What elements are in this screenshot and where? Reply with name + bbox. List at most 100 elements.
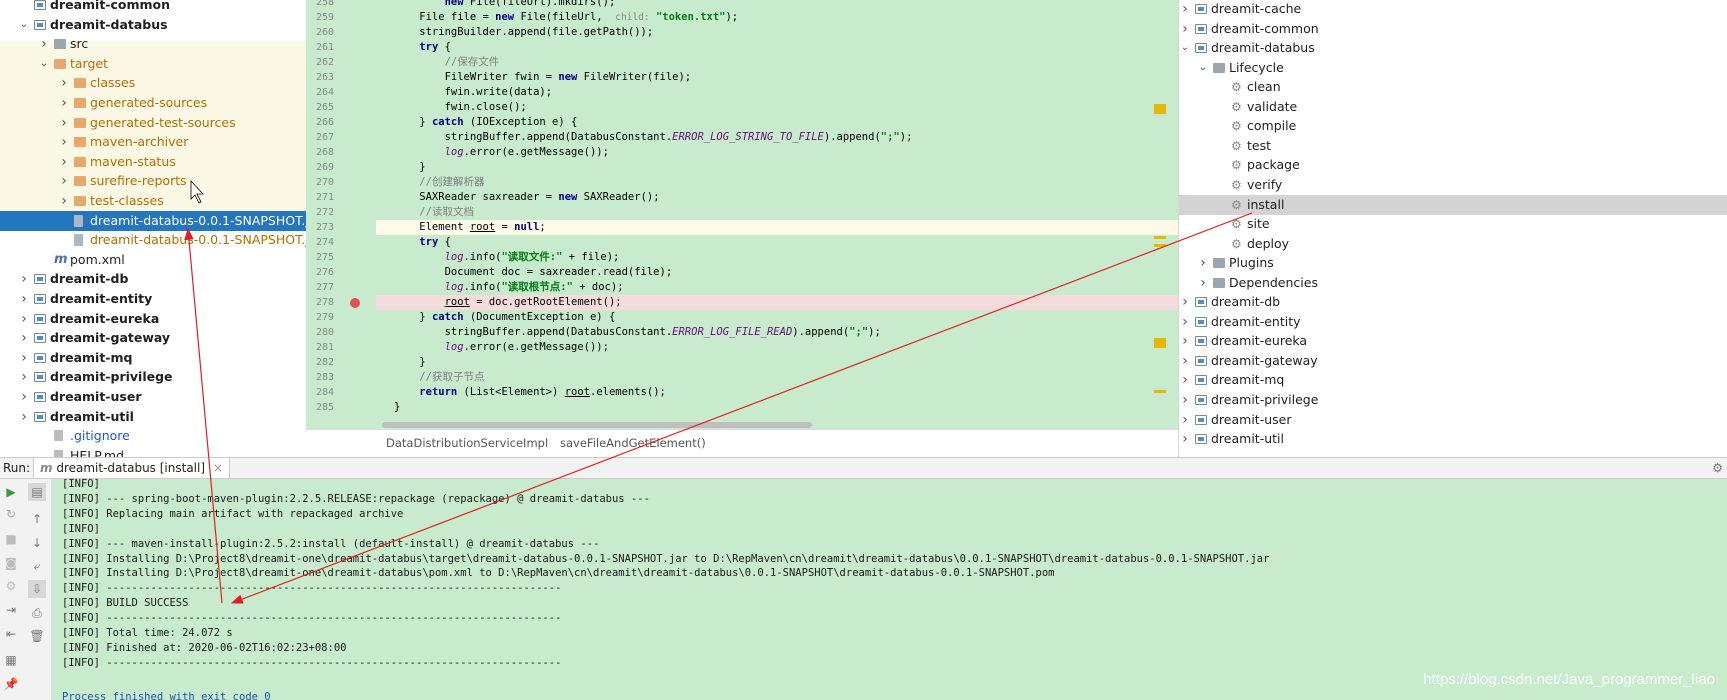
close-tab-icon[interactable]: ×: [213, 461, 223, 475]
project-tree-row[interactable]: › dreamit-mq: [0, 348, 306, 368]
project-tree-row[interactable]: › dreamit-privilege: [0, 367, 306, 387]
maven-tree-row[interactable]: › Dependencies: [1179, 273, 1727, 293]
debug-icon[interactable]: ↻: [2, 505, 20, 523]
chevron-right-icon[interactable]: ›: [18, 289, 30, 309]
chevron-right-icon[interactable]: ›: [18, 367, 30, 387]
project-tree-row[interactable]: › maven-status: [0, 152, 306, 172]
clear-all-icon[interactable]: 🗑: [28, 627, 46, 645]
project-tree-row[interactable]: › dreamit-db: [0, 269, 306, 289]
breadcrumb-method[interactable]: saveFileAndGetElement(): [560, 430, 706, 456]
project-tree-row[interactable]: › generated-test-sources: [0, 113, 306, 133]
maven-tree-row[interactable]: › Plugins: [1179, 253, 1727, 273]
project-tree-row[interactable]: › test-classes: [0, 191, 306, 211]
error-stripe-marker[interactable]: [1154, 390, 1166, 393]
project-tree-row[interactable]: › src: [0, 34, 306, 54]
chevron-right-icon[interactable]: ›: [1179, 429, 1191, 449]
maven-tree-row[interactable]: ⚙ test: [1179, 136, 1727, 156]
maven-tree-row[interactable]: ⚙ install: [1179, 194, 1727, 215]
error-stripe-marker[interactable]: [1154, 244, 1166, 247]
chevron-right-icon[interactable]: ›: [58, 191, 70, 211]
chevron-down-icon[interactable]: ⌄: [1197, 58, 1209, 78]
settings-icon[interactable]: ⚙: [2, 577, 20, 595]
chevron-right-icon[interactable]: ›: [1179, 331, 1191, 351]
chevron-right-icon[interactable]: ›: [58, 113, 70, 133]
project-tree-row[interactable]: › classes: [0, 73, 306, 93]
error-stripe-marker[interactable]: [1154, 104, 1166, 114]
chevron-right-icon[interactable]: ›: [1179, 390, 1191, 410]
chevron-right-icon[interactable]: ›: [1197, 253, 1209, 273]
chevron-down-icon[interactable]: ⌄: [1179, 38, 1191, 58]
maven-tree-row[interactable]: ⌄ dreamit-databus: [1179, 38, 1727, 58]
layout-icon[interactable]: ▦: [2, 651, 20, 669]
maven-tree-row[interactable]: › dreamit-eureka: [1179, 331, 1727, 351]
chevron-right-icon[interactable]: ›: [1179, 292, 1191, 312]
chevron-right-icon[interactable]: ›: [18, 387, 30, 407]
run-tab[interactable]: m dreamit-databus [install] ×: [33, 458, 230, 478]
soft-wrap-icon[interactable]: ⤶: [28, 557, 46, 575]
scroll-up-icon[interactable]: ↑: [28, 510, 46, 528]
settings-gear-icon[interactable]: ⚙: [1712, 458, 1723, 478]
scroll-down-icon[interactable]: ↓: [28, 534, 46, 552]
maven-tree-row[interactable]: › dreamit-user: [1179, 410, 1727, 430]
print-icon[interactable]: ⎙: [28, 604, 46, 622]
toggle-tree-icon[interactable]: ▤: [28, 483, 46, 501]
camera-icon[interactable]: ◙: [2, 554, 20, 572]
chevron-down-icon[interactable]: ⌄: [18, 15, 30, 35]
editor-horizontal-scrollbar[interactable]: [382, 422, 812, 428]
chevron-right-icon[interactable]: ›: [58, 171, 70, 191]
project-tree-row[interactable]: › dreamit-util: [0, 407, 306, 427]
exit-icon[interactable]: ⇥: [2, 601, 20, 619]
chevron-down-icon[interactable]: ⌄: [38, 54, 50, 74]
chevron-right-icon[interactable]: ›: [1179, 351, 1191, 371]
maven-tree-row[interactable]: › dreamit-common: [1179, 19, 1727, 39]
chevron-right-icon[interactable]: ›: [1179, 370, 1191, 390]
chevron-right-icon[interactable]: ›: [18, 309, 30, 329]
pin-icon[interactable]: 📌: [2, 675, 20, 693]
maven-tree-row[interactable]: › dreamit-db: [1179, 292, 1727, 312]
project-tree-row[interactable]: › surefire-reports: [0, 171, 306, 191]
maven-tree-row[interactable]: ⚙ compile: [1179, 116, 1727, 136]
maven-tree-row[interactable]: › dreamit-privilege: [1179, 390, 1727, 410]
project-tree-row[interactable]: dreamit-databus-0.0.1-SNAPSHOT.jar: [0, 210, 306, 231]
chevron-right-icon[interactable]: ›: [1179, 0, 1191, 19]
project-tree-row[interactable]: › dreamit-eureka: [0, 309, 306, 329]
breadcrumb-class[interactable]: DataDistributionServiceImpl: [386, 430, 548, 456]
chevron-right-icon[interactable]: ›: [58, 132, 70, 152]
stop-icon[interactable]: ■: [2, 530, 20, 548]
project-tree-row[interactable]: › maven-archiver: [0, 132, 306, 152]
chevron-right-icon[interactable]: ›: [1179, 19, 1191, 39]
chevron-right-icon[interactable]: ›: [38, 34, 50, 54]
maven-tree-row[interactable]: › dreamit-mq: [1179, 370, 1727, 390]
error-stripe-marker[interactable]: [1154, 236, 1166, 239]
maven-tree-row[interactable]: ⌄ Lifecycle: [1179, 58, 1727, 78]
maven-tree-row[interactable]: ⚙ site: [1179, 214, 1727, 234]
project-tree-row[interactable]: HELP.md: [0, 446, 306, 457]
project-tree-row[interactable]: › dreamit-entity: [0, 289, 306, 309]
chevron-right-icon[interactable]: ›: [58, 152, 70, 172]
run-console[interactable]: [INFO] [INFO] --- spring-boot-maven-plugi…: [52, 479, 1727, 700]
chevron-right-icon[interactable]: ›: [1179, 312, 1191, 332]
project-tree-row[interactable]: › dreamit-user: [0, 387, 306, 407]
chevron-right-icon[interactable]: ›: [18, 269, 30, 289]
project-tree-row[interactable]: dreamit-databus-0.0.1-SNAPSHOT.jar.origi…: [0, 230, 306, 250]
chevron-right-icon[interactable]: ›: [1179, 410, 1191, 430]
maven-tree-row[interactable]: › dreamit-util: [1179, 429, 1727, 449]
project-tree-row[interactable]: dreamit-common: [0, 0, 306, 15]
rerun-icon[interactable]: ▶: [2, 483, 20, 501]
project-tree-row[interactable]: ⌄ target: [0, 54, 306, 74]
maven-tree-row[interactable]: ⚙ validate: [1179, 97, 1727, 117]
maven-tree-row[interactable]: › dreamit-cache: [1179, 0, 1727, 19]
project-tree-row[interactable]: › generated-sources: [0, 93, 306, 113]
error-stripe-marker[interactable]: [1154, 338, 1166, 348]
project-tree-row[interactable]: ⌄ dreamit-databus: [0, 15, 306, 35]
chevron-right-icon[interactable]: ›: [18, 348, 30, 368]
chevron-right-icon[interactable]: ›: [58, 93, 70, 113]
maven-tree-row[interactable]: ⚙ package: [1179, 155, 1727, 175]
project-tree-row[interactable]: .gitignore: [0, 426, 306, 446]
chevron-right-icon[interactable]: ›: [18, 328, 30, 348]
chevron-right-icon[interactable]: ›: [18, 407, 30, 427]
chevron-right-icon[interactable]: ›: [1197, 273, 1209, 293]
maven-tree-row[interactable]: ⚙ verify: [1179, 175, 1727, 195]
maven-tree-row[interactable]: ⚙ clean: [1179, 77, 1727, 97]
project-tree-row[interactable]: m pom.xml: [0, 250, 306, 270]
